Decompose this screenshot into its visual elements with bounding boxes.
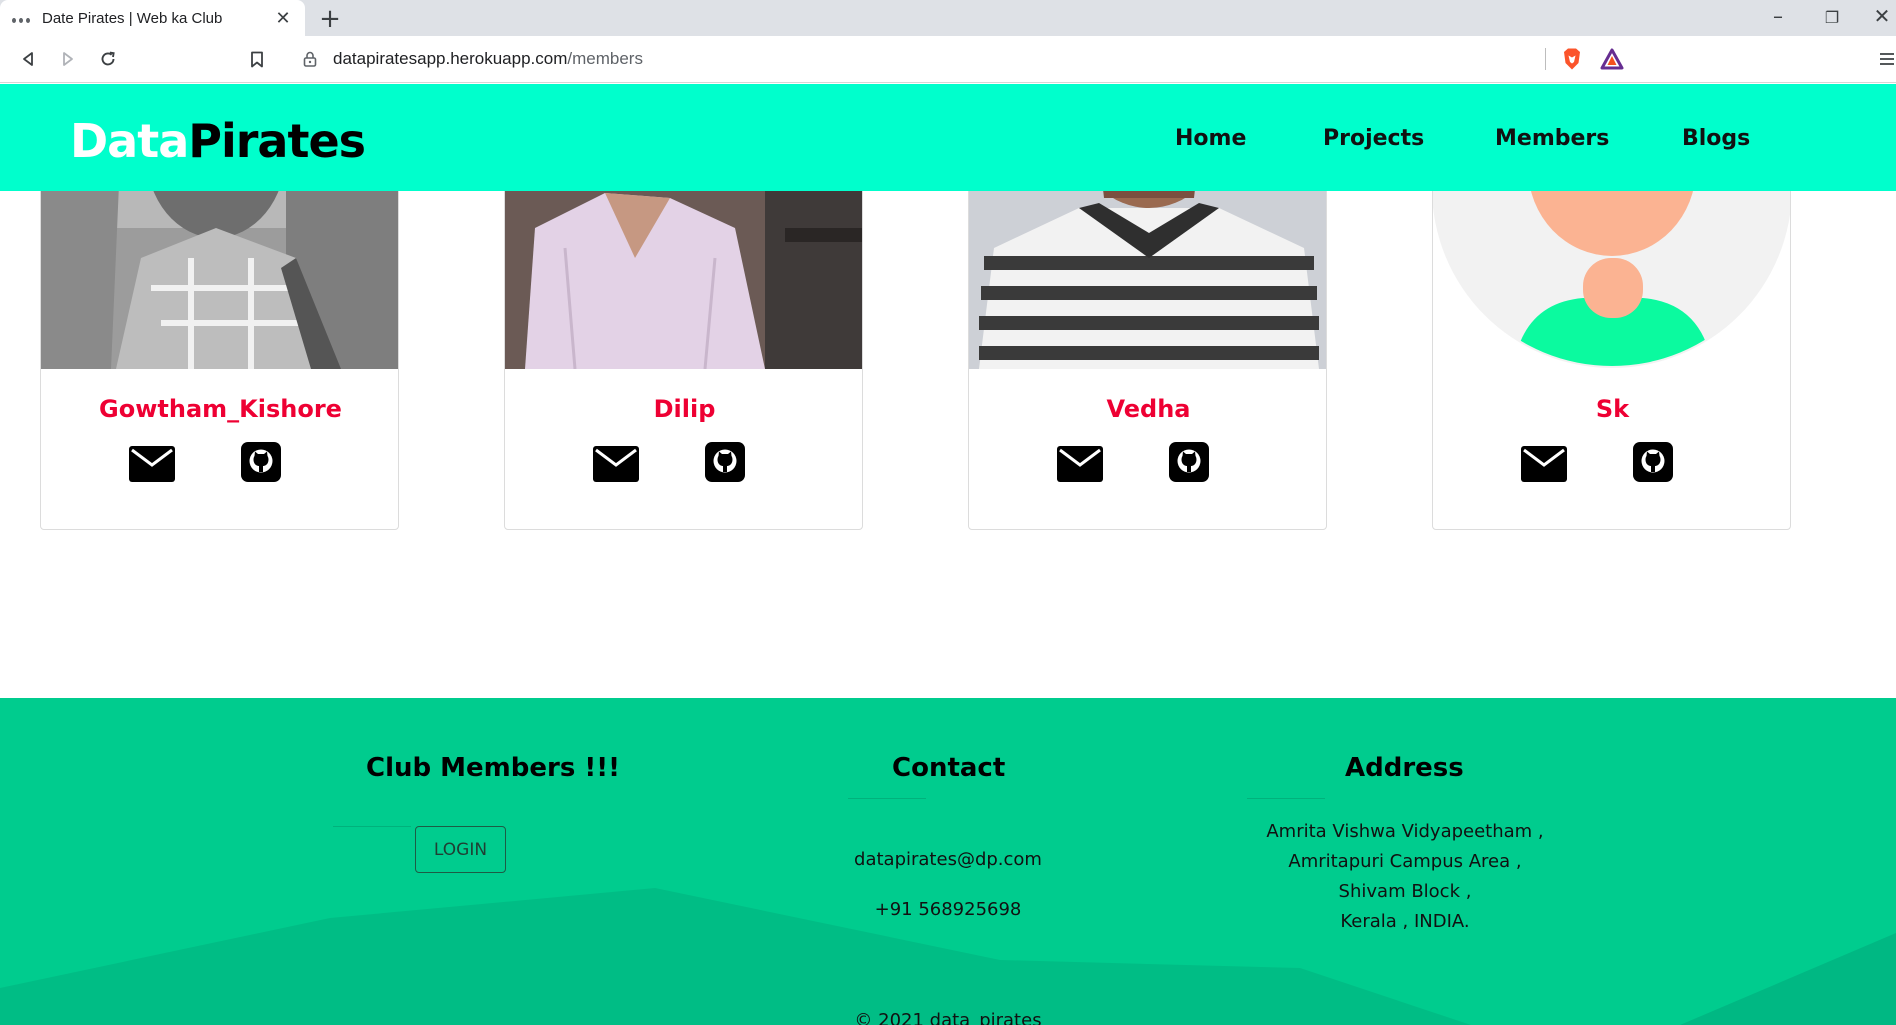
member-name: Sk xyxy=(1595,395,1630,423)
login-button[interactable]: LOGIN xyxy=(415,826,506,873)
club-divider xyxy=(333,826,411,827)
contact-divider xyxy=(848,798,926,799)
url-text: datapiratesapp.herokuapp.com/members xyxy=(333,49,643,69)
address-bar[interactable]: datapiratesapp.herokuapp.com/members xyxy=(285,41,1635,77)
github-icon[interactable] xyxy=(241,442,281,482)
member-name: Gowtham_Kishore xyxy=(99,395,342,423)
address-line: Kerala , INDIA. xyxy=(1340,911,1470,932)
rewards-triangle-icon xyxy=(1600,48,1624,70)
nav-home-link[interactable]: Home xyxy=(1175,126,1246,151)
menu-button[interactable] xyxy=(1878,45,1896,73)
browser-toolbar: datapiratesapp.herokuapp.com/members xyxy=(0,36,1896,83)
lock-icon xyxy=(303,51,317,67)
forward-button[interactable] xyxy=(54,45,82,73)
contact-email[interactable]: datapirates@dp.com xyxy=(828,849,1068,870)
browser-tab[interactable]: Date Pirates | Web ka Club ✕ xyxy=(0,0,305,36)
bookmark-button[interactable] xyxy=(243,45,271,73)
hamburger-menu-icon xyxy=(1880,53,1894,65)
address-heading: Address xyxy=(1345,753,1464,783)
forward-arrow-icon xyxy=(63,52,73,66)
github-icon[interactable] xyxy=(1169,442,1209,482)
club-members-heading: Club Members !!! xyxy=(366,753,620,783)
address-line: Shivam Block , xyxy=(1338,881,1472,902)
url-path: /members xyxy=(567,49,643,68)
tab-title: Date Pirates | Web ka Club xyxy=(42,9,223,27)
contact-phone: +91 568925698 xyxy=(874,899,1022,920)
address-divider xyxy=(1247,798,1325,799)
contact-heading: Contact xyxy=(892,753,1006,783)
reload-icon xyxy=(101,51,115,66)
nav-links: Home Projects Members Blogs xyxy=(0,126,1896,166)
url-host: datapiratesapp.herokuapp.com xyxy=(333,49,568,68)
mail-icon[interactable] xyxy=(593,446,639,482)
brave-lion-icon xyxy=(1564,48,1580,70)
minimize-button[interactable]: – xyxy=(1758,4,1798,28)
new-tab-button[interactable]: + xyxy=(316,4,344,34)
tab-close-icon[interactable]: ✕ xyxy=(273,8,293,29)
restore-button[interactable]: ❐ xyxy=(1812,8,1852,27)
site-footer: Club Members !!! LOGIN Contact datapirat… xyxy=(0,698,1896,1025)
bookmark-icon xyxy=(251,51,263,67)
copyright-text: © 2021 data_pirates xyxy=(854,1010,1042,1025)
address-line: Amritapuri Campus Area , xyxy=(1288,851,1522,872)
brave-shields-button[interactable] xyxy=(1558,45,1586,73)
address-line: Amrita Vishwa Vidyapeetham , xyxy=(1266,821,1544,842)
site-navbar: DataPirates Home Projects Members Blogs xyxy=(0,84,1896,191)
reload-button[interactable] xyxy=(94,45,122,73)
github-icon[interactable] xyxy=(705,442,745,482)
site-favicon-icon xyxy=(12,13,30,23)
nav-blogs-link[interactable]: Blogs xyxy=(1682,126,1750,151)
member-name: Dilip xyxy=(653,395,716,423)
mail-icon[interactable] xyxy=(1057,446,1103,482)
page-content: Gowtham_Kishore Dilip Vedha Sk DataPirat… xyxy=(0,84,1896,1025)
github-icon[interactable] xyxy=(1633,442,1673,482)
mail-icon[interactable] xyxy=(129,446,175,482)
omnibox-separator xyxy=(1545,48,1546,70)
nav-projects-link[interactable]: Projects xyxy=(1323,126,1424,151)
brave-rewards-button[interactable] xyxy=(1598,45,1626,73)
window-close-button[interactable]: ✕ xyxy=(1862,4,1896,28)
member-name: Vedha xyxy=(1106,395,1191,423)
browser-tab-bar: Date Pirates | Web ka Club ✕ + – ❐ ✕ xyxy=(0,0,1896,36)
nav-members-link[interactable]: Members xyxy=(1495,126,1609,151)
back-button[interactable] xyxy=(14,45,42,73)
mail-icon[interactable] xyxy=(1521,446,1567,482)
back-arrow-icon xyxy=(23,52,33,66)
